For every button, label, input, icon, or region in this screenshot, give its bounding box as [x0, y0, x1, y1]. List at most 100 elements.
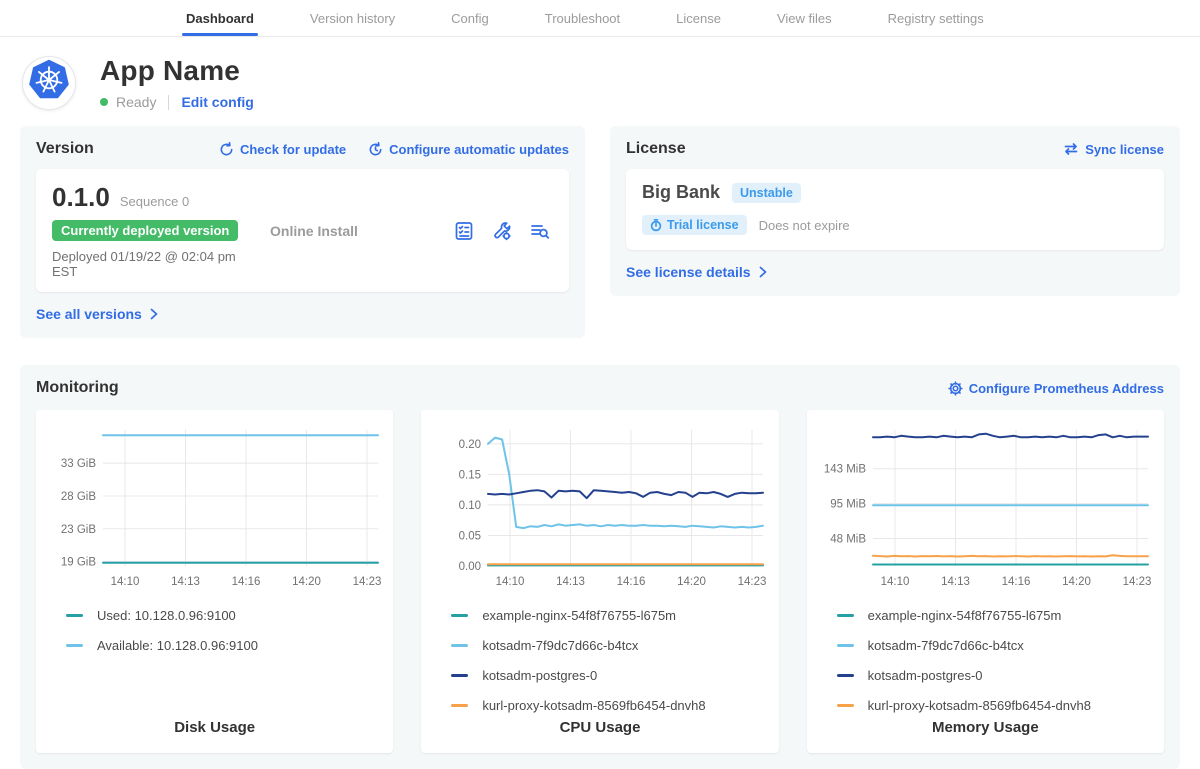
svg-text:0.10: 0.10 [459, 500, 481, 512]
legend-item: example-nginx-54f8f76755-l675m [837, 600, 1156, 630]
svg-text:14:23: 14:23 [352, 576, 381, 588]
trial-clock-icon [650, 219, 662, 232]
tab-dashboard[interactable]: Dashboard [186, 0, 254, 36]
svg-text:0.15: 0.15 [459, 469, 481, 481]
svg-text:14:16: 14:16 [1002, 576, 1031, 588]
view-diff-icon[interactable] [529, 220, 551, 242]
legend-swatch [837, 644, 854, 647]
legend-label: example-nginx-54f8f76755-l675m [482, 608, 676, 623]
chart-title: Memory Usage [807, 719, 1164, 736]
legend-swatch [837, 674, 854, 677]
configure-prometheus-link[interactable]: Configure Prometheus Address [948, 381, 1164, 396]
svg-text:14:10: 14:10 [881, 576, 910, 588]
legend-swatch [66, 614, 83, 617]
tab-version-history[interactable]: Version history [310, 0, 395, 36]
legend-swatch [451, 704, 468, 707]
sync-license-link[interactable]: Sync license [1063, 142, 1164, 157]
svg-text:14:20: 14:20 [292, 576, 321, 588]
svg-text:28 GiB: 28 GiB [60, 491, 95, 503]
top-nav: Dashboard Version history Config Troublesho… [0, 0, 1200, 37]
legend-label: example-nginx-54f8f76755-l675m [868, 608, 1062, 623]
check-for-update-link[interactable]: Check for update [219, 142, 346, 157]
current-version-card: 0.1.0 Sequence 0 Currently deployed vers… [36, 169, 569, 292]
svg-text:14:13: 14:13 [941, 576, 970, 588]
tab-registry-settings[interactable]: Registry settings [888, 0, 984, 36]
chart-card-disk-usage: 14:10 14:13 14:16 14:20 14:23 19 GiB 23 GiB 28 … [36, 410, 393, 753]
chart-legend: example-nginx-54f8f76755-l675m kotsadm-7f… [451, 600, 770, 720]
legend-item: example-nginx-54f8f76755-l675m [451, 600, 770, 630]
chart-title: Disk Usage [36, 719, 393, 736]
legend-swatch [451, 644, 468, 647]
legend-label: kurl-proxy-kotsadm-8569fb6454-dnvh8 [482, 698, 705, 713]
tab-view-files[interactable]: View files [777, 0, 832, 36]
license-type-badge: Trial license [642, 215, 747, 235]
legend-item: kurl-proxy-kotsadm-8569fb6454-dnvh8 [451, 690, 770, 720]
svg-text:0.05: 0.05 [459, 530, 481, 542]
legend-label: Available: 10.128.0.96:9100 [97, 638, 258, 653]
sequence-label: Sequence 0 [120, 194, 189, 209]
legend-label: kurl-proxy-kotsadm-8569fb6454-dnvh8 [868, 698, 1091, 713]
memory-usage-chart: 14:1014:1314:1614:2014:2348 MiB95 MiB143… [815, 420, 1155, 592]
license-card: Big Bank Unstable Trial license [626, 169, 1164, 250]
version-heading: Version [36, 140, 94, 158]
gear-icon [948, 381, 963, 396]
legend-item: Used: 10.128.0.96:9100 [66, 600, 385, 630]
svg-text:33 GiB: 33 GiB [60, 458, 95, 470]
monitoring-panel: Monitoring Configure Prometheus Address … [20, 365, 1180, 769]
svg-text:95 MiB: 95 MiB [831, 499, 867, 511]
sync-arrows-icon [1063, 142, 1079, 156]
kots-dashboard-page: Dashboard Version history Config Troublesho… [0, 0, 1200, 746]
version-panel: Version Check for update [20, 126, 585, 338]
legend-label: kotsadm-7f9dc7d66c-b4tcx [482, 638, 638, 653]
version-number: 0.1.0 [52, 182, 110, 213]
legend-label: Used: 10.128.0.96:9100 [97, 608, 236, 623]
legend-label: kotsadm-7f9dc7d66c-b4tcx [868, 638, 1024, 653]
deployed-badge: Currently deployed version [52, 220, 238, 241]
svg-text:14:20: 14:20 [677, 576, 706, 588]
charts-row: 14:10 14:13 14:16 14:20 14:23 19 GiB 23 GiB 28 … [36, 410, 1164, 753]
refresh-icon [219, 142, 234, 157]
legend-item: kotsadm-postgres-0 [451, 660, 770, 690]
svg-text:19 GiB: 19 GiB [60, 557, 95, 569]
svg-text:14:16: 14:16 [231, 576, 260, 588]
svg-text:14:13: 14:13 [171, 576, 200, 588]
channel-badge: Unstable [732, 183, 801, 203]
license-panel: License Sync license Big Bank Unstable [610, 126, 1180, 296]
svg-text:14:10: 14:10 [110, 576, 139, 588]
legend-item: kotsadm-7f9dc7d66c-b4tcx [837, 630, 1156, 660]
monitoring-heading: Monitoring [36, 379, 119, 397]
preflight-checks-icon[interactable] [453, 220, 475, 242]
license-name: Big Bank [642, 182, 720, 203]
install-type-label: Online Install [264, 223, 453, 239]
clock-refresh-icon [368, 142, 383, 157]
edit-config-link[interactable]: Edit config [181, 94, 253, 110]
chart-legend: Used: 10.128.0.96:9100 Available: 10.128.… [66, 600, 385, 660]
chevron-right-icon [148, 308, 159, 320]
svg-text:48 MiB: 48 MiB [831, 533, 867, 545]
configure-automatic-updates-link[interactable]: Configure automatic updates [368, 142, 569, 157]
chart-card-memory-usage: 14:1014:1314:1614:2014:2348 MiB95 MiB143… [807, 410, 1164, 753]
legend-swatch [66, 644, 83, 647]
disk-usage-chart: 14:10 14:13 14:16 14:20 14:23 19 GiB 23 GiB 28 … [45, 420, 385, 592]
legend-item: kurl-proxy-kotsadm-8569fb6454-dnvh8 [837, 690, 1156, 720]
page-title: App Name [100, 55, 254, 87]
svg-text:14:20: 14:20 [1062, 576, 1091, 588]
chevron-right-icon [757, 266, 768, 278]
edit-config-gear-icon[interactable] [491, 220, 513, 242]
svg-text:0.20: 0.20 [459, 439, 481, 451]
legend-item: Available: 10.128.0.96:9100 [66, 630, 385, 660]
app-header: App Name Ready Edit config [0, 37, 1200, 120]
legend-label: kotsadm-postgres-0 [868, 668, 983, 683]
see-all-versions-link[interactable]: See all versions [36, 306, 159, 322]
legend-swatch [837, 614, 854, 617]
svg-text:14:23: 14:23 [738, 576, 767, 588]
deployed-timestamp: Deployed 01/19/22 @ 02:04 pm EST [52, 249, 264, 279]
chart-title: CPU Usage [421, 719, 778, 736]
tab-config[interactable]: Config [451, 0, 489, 36]
tab-license[interactable]: License [676, 0, 721, 36]
see-license-details-link[interactable]: See license details [626, 264, 768, 280]
legend-item: kotsadm-7f9dc7d66c-b4tcx [451, 630, 770, 660]
svg-text:14:16: 14:16 [617, 576, 646, 588]
tab-troubleshoot[interactable]: Troubleshoot [545, 0, 620, 36]
svg-text:23 GiB: 23 GiB [60, 524, 95, 536]
